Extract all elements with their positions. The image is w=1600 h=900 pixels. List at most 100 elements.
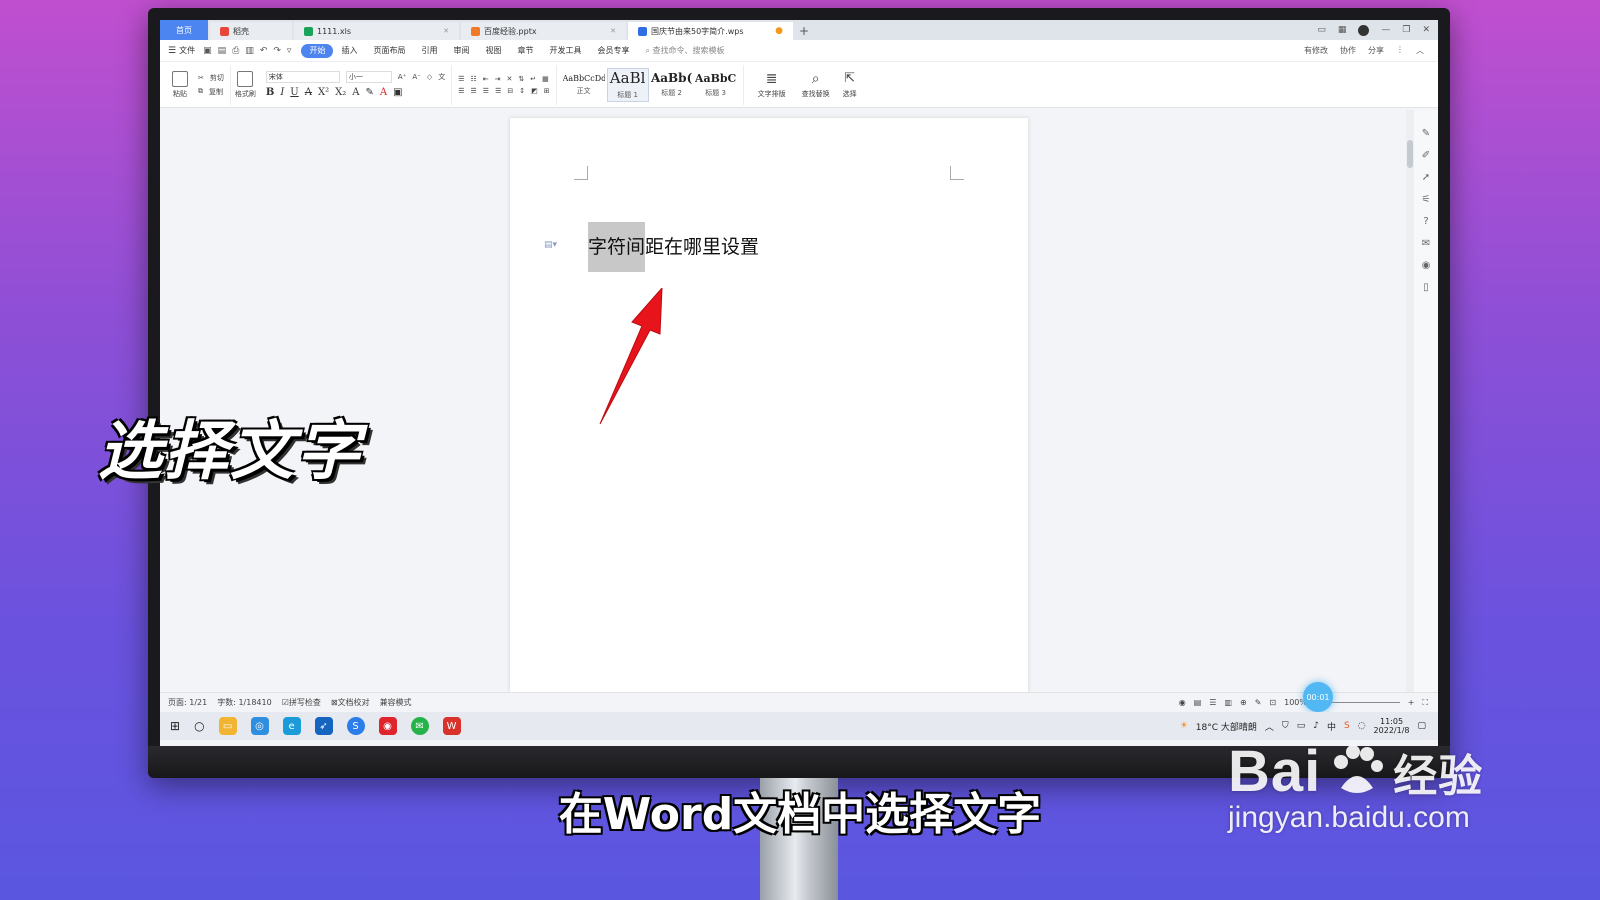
italic-icon[interactable]: I: [280, 87, 284, 98]
phonetic-icon[interactable]: 文: [438, 72, 445, 82]
clock[interactable]: 11:05 2022/1/8: [1374, 717, 1410, 735]
save-icon[interactable]: ▣: [203, 46, 212, 56]
font-color-icon[interactable]: A: [380, 87, 387, 98]
print-icon[interactable]: ⎙: [232, 46, 239, 56]
grow-font-icon[interactable]: A⁺: [398, 73, 406, 81]
search-circle-icon[interactable]: ○: [194, 719, 204, 733]
style-normal[interactable]: AaBbCcDd 正文: [563, 68, 605, 102]
size-select[interactable]: 小一: [345, 71, 392, 83]
file-explorer-icon[interactable]: ▭: [218, 717, 237, 735]
collaborate-button[interactable]: 协作: [1340, 45, 1356, 56]
style-heading-1[interactable]: AaBl 标题 1: [606, 67, 649, 102]
grid-icon[interactable]: ▦: [1338, 25, 1347, 35]
font-select[interactable]: 宋体: [265, 71, 340, 83]
wechat-icon[interactable]: ✉: [410, 717, 429, 735]
scroll-thumb[interactable]: [1407, 140, 1413, 168]
customize-icon[interactable]: ▿: [287, 46, 292, 56]
minimize-icon[interactable]: —: [1381, 25, 1390, 35]
align-right-icon[interactable]: ☰: [483, 87, 489, 95]
page-view-icon[interactable]: ▤: [1194, 698, 1202, 707]
location-icon[interactable]: ◉: [1422, 260, 1431, 271]
tab-xls[interactable]: 1111.xls ✕: [294, 22, 459, 40]
volume-icon[interactable]: ♪: [1313, 721, 1319, 731]
network-icon[interactable]: ▭: [1297, 721, 1306, 731]
notification-icon[interactable]: ▢: [1417, 721, 1426, 731]
menu-review[interactable]: 审阅: [445, 44, 477, 58]
vertical-scrollbar[interactable]: [1406, 110, 1414, 692]
show-marks-icon[interactable]: ↵: [530, 75, 536, 83]
pen-icon[interactable]: ✎: [1422, 128, 1430, 139]
menu-view[interactable]: 视图: [477, 44, 509, 58]
feather-icon[interactable]: ➶: [314, 717, 333, 735]
undo-icon[interactable]: ↶: [260, 46, 268, 56]
superscript-icon[interactable]: X²: [318, 87, 329, 98]
align-left-icon[interactable]: ☰: [458, 87, 464, 95]
decrease-indent-icon[interactable]: ⇤: [483, 75, 489, 83]
tray-expand-icon[interactable]: ︿: [1265, 720, 1274, 733]
menu-file[interactable]: 文件: [179, 44, 203, 58]
cut-button[interactable]: 剪切: [210, 73, 224, 83]
paste-button[interactable]: 粘贴: [168, 70, 192, 99]
book-icon[interactable]: ▯: [1423, 282, 1429, 293]
strikethrough-icon[interactable]: A: [305, 87, 312, 98]
page-count[interactable]: 页面: 1/21: [168, 697, 207, 708]
app-s-icon[interactable]: S: [346, 717, 365, 735]
shield-icon[interactable]: ⛉: [1282, 721, 1289, 731]
tab-pptx[interactable]: 百度经验.pptx ✕: [461, 22, 626, 40]
web-view-icon[interactable]: ⊕: [1240, 698, 1247, 707]
bold-icon[interactable]: B: [266, 87, 274, 98]
menu-home[interactable]: 开始: [301, 43, 334, 58]
chat-icon[interactable]: ✉: [1422, 238, 1430, 249]
share-button[interactable]: 分享: [1368, 45, 1384, 56]
heading-rest-text[interactable]: 距在哪里设置: [645, 236, 759, 258]
paragraph-handle-icon[interactable]: ▤▾: [544, 240, 557, 250]
menu-page-layout[interactable]: 页面布局: [365, 44, 413, 58]
sort-icon[interactable]: ⇅: [518, 75, 524, 83]
tab-wps-active[interactable]: 国庆节由来50字简介.wps ●: [628, 22, 793, 40]
menu-references[interactable]: 引用: [413, 44, 445, 58]
increase-indent-icon[interactable]: ⇥: [495, 75, 501, 83]
hamburger-icon[interactable]: ☰: [168, 46, 176, 56]
zoom-in-icon[interactable]: +: [1408, 698, 1415, 707]
document-heading[interactable]: 字符间距在哪里设置: [588, 222, 759, 272]
subscript-icon[interactable]: X₂: [335, 87, 346, 98]
menu-member[interactable]: 会员专享: [589, 44, 637, 58]
weather-icon[interactable]: ☀: [1180, 721, 1188, 731]
find-replace-button[interactable]: ⌕ 查找替换: [798, 71, 834, 99]
close-icon[interactable]: ✕: [610, 27, 616, 35]
text-layout-button[interactable]: ≣ 文字排版: [754, 71, 790, 99]
close-window-icon[interactable]: ✕: [1422, 25, 1430, 35]
table-icon[interactable]: ▦: [542, 75, 549, 83]
ime-icon[interactable]: 中: [1327, 720, 1336, 733]
proofread[interactable]: ⊠文档校对: [331, 697, 370, 708]
netease-music-icon[interactable]: ◉: [378, 717, 397, 735]
avatar[interactable]: [1358, 24, 1370, 36]
sogou-icon[interactable]: S: [1344, 721, 1350, 731]
chinese-layout-icon[interactable]: ✕: [507, 75, 513, 83]
new-tab-button[interactable]: +: [795, 22, 813, 40]
fullscreen-icon[interactable]: ⛶: [1422, 698, 1428, 708]
help-icon[interactable]: ?: [1423, 216, 1428, 227]
ring-icon[interactable]: ◌: [1358, 721, 1366, 731]
weather-text[interactable]: 18°C 大部晴朗: [1196, 720, 1257, 733]
text-effect-icon[interactable]: A: [352, 87, 359, 98]
menu-chapter[interactable]: 章节: [509, 44, 541, 58]
wps-icon[interactable]: W: [442, 717, 461, 735]
command-search[interactable]: ⌕ 查找命令、搜索模板: [645, 45, 724, 56]
select-button[interactable]: ⇱ 选择: [838, 71, 862, 99]
distribute-icon[interactable]: ⊟: [507, 87, 513, 95]
copy-button[interactable]: 复制: [209, 87, 223, 97]
highlight-icon[interactable]: ✎: [365, 87, 373, 98]
edge-icon[interactable]: e: [282, 717, 301, 735]
borders-icon[interactable]: ⊞: [544, 87, 550, 95]
selected-text[interactable]: 字符间: [588, 222, 646, 272]
browser-icon[interactable]: ◎: [250, 717, 269, 735]
outline-view-icon[interactable]: ☰: [1209, 698, 1216, 707]
more-icon[interactable]: ⋮: [1396, 45, 1404, 56]
spell-check[interactable]: ☑拼写检查: [282, 697, 321, 708]
read-view-icon[interactable]: ▥: [1224, 698, 1232, 707]
redo-icon[interactable]: ↷: [273, 46, 281, 56]
tab-daoke[interactable]: 稻壳: [210, 22, 292, 40]
tab-home[interactable]: 首页: [160, 20, 208, 40]
word-count[interactable]: 字数: 1/18410: [217, 697, 271, 708]
